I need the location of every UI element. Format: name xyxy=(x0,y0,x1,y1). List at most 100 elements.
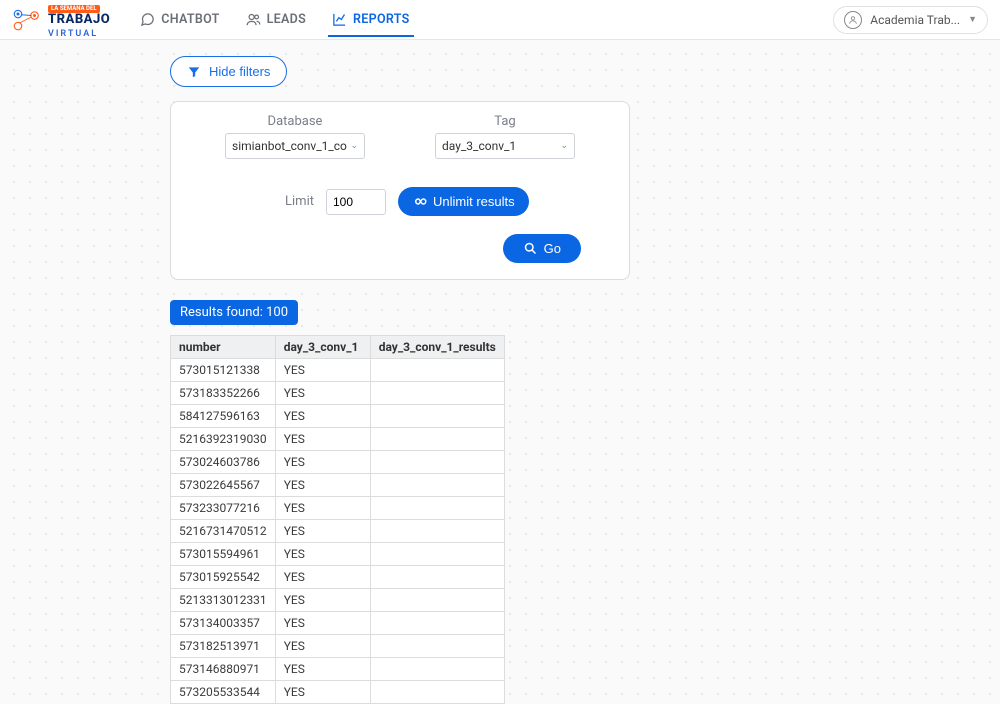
cell-c1: YES xyxy=(275,520,370,543)
table-row[interactable]: 573205533544YES xyxy=(171,681,505,704)
database-value: simianbot_conv_1_co xyxy=(232,139,347,153)
chevron-down-icon: ⌄ xyxy=(560,141,568,151)
go-button[interactable]: Go xyxy=(503,234,581,263)
main-area: Hide filters Database simianbot_conv_1_c… xyxy=(0,40,1000,704)
user-name: Academia Trab... xyxy=(870,13,960,27)
cell-c2 xyxy=(370,359,504,382)
cell-c1: YES xyxy=(275,681,370,704)
table-row[interactable]: 573015121338YES xyxy=(171,359,505,382)
users-icon xyxy=(246,12,261,27)
cell-c2 xyxy=(370,612,504,635)
nav: CHATBOT LEADS REPORTS xyxy=(136,2,413,37)
table-row[interactable]: 5216392319030YES xyxy=(171,428,505,451)
tab-chatbot[interactable]: CHATBOT xyxy=(136,2,223,37)
table-row[interactable]: 573233077216YES xyxy=(171,497,505,520)
results-found-badge: Results found: 100 xyxy=(170,300,298,325)
cell-number: 573233077216 xyxy=(171,497,276,520)
tab-reports-label: REPORTS xyxy=(353,12,410,27)
cell-number: 573022645567 xyxy=(171,474,276,497)
table-row[interactable]: 573022645567YES xyxy=(171,474,505,497)
cell-number: 573024603786 xyxy=(171,451,276,474)
unlimit-label: Unlimit results xyxy=(433,194,515,209)
limit-label: Limit xyxy=(285,194,314,209)
unlimit-button[interactable]: Unlimit results xyxy=(398,187,529,216)
cell-c2 xyxy=(370,589,504,612)
cell-c2 xyxy=(370,428,504,451)
logo-sub: VIRTUAL xyxy=(48,29,98,39)
tab-reports[interactable]: REPORTS xyxy=(328,2,414,37)
filter-card: Database simianbot_conv_1_co ⌄ Tag day_3… xyxy=(170,101,630,280)
tag-label: Tag xyxy=(494,114,515,129)
cell-c1: YES xyxy=(275,497,370,520)
table-row[interactable]: 573134003357YES xyxy=(171,612,505,635)
tab-chatbot-label: CHATBOT xyxy=(161,12,219,27)
cell-c1: YES xyxy=(275,589,370,612)
col-day3conv1results[interactable]: day_3_conv_1_results xyxy=(370,336,504,359)
table-row[interactable]: 573024603786YES xyxy=(171,451,505,474)
cell-c2 xyxy=(370,497,504,520)
table-row[interactable]: 573015925542YES xyxy=(171,566,505,589)
table-row[interactable]: 573146880971YES xyxy=(171,658,505,681)
cell-c1: YES xyxy=(275,428,370,451)
cell-c1: YES xyxy=(275,474,370,497)
col-day3conv1[interactable]: day_3_conv_1 xyxy=(275,336,370,359)
cell-c1: YES xyxy=(275,382,370,405)
go-label: Go xyxy=(544,241,561,256)
tag-select[interactable]: day_3_conv_1 ⌄ xyxy=(435,133,575,159)
col-number[interactable]: number xyxy=(171,336,276,359)
cell-number: 573015594961 xyxy=(171,543,276,566)
cell-number: 584127596163 xyxy=(171,405,276,428)
cell-c2 xyxy=(370,382,504,405)
user-menu[interactable]: Academia Trab... ▼ xyxy=(833,6,988,34)
cell-c1: YES xyxy=(275,635,370,658)
cell-c2 xyxy=(370,520,504,543)
cell-c2 xyxy=(370,566,504,589)
cell-c2 xyxy=(370,681,504,704)
cell-number: 573183352266 xyxy=(171,382,276,405)
table-header-row: number day_3_conv_1 day_3_conv_1_results xyxy=(171,336,505,359)
tab-leads-label: LEADS xyxy=(267,12,306,27)
cell-number: 573182513971 xyxy=(171,635,276,658)
cell-number: 573015925542 xyxy=(171,566,276,589)
logo-text: LA SEMANA DEL TRABAJO VIRTUAL xyxy=(48,0,110,39)
cell-c1: YES xyxy=(275,405,370,428)
cell-c2 xyxy=(370,405,504,428)
logo-main: TRABAJO xyxy=(48,12,110,27)
table-row[interactable]: 5216731470512YES xyxy=(171,520,505,543)
cell-c2 xyxy=(370,658,504,681)
table-row[interactable]: 573183352266YES xyxy=(171,382,505,405)
infinity-icon xyxy=(412,194,427,209)
cell-number: 573134003357 xyxy=(171,612,276,635)
tag-filter: Tag day_3_conv_1 ⌄ xyxy=(420,114,590,159)
results-table: number day_3_conv_1 day_3_conv_1_results… xyxy=(170,335,505,704)
cell-number: 573205533544 xyxy=(171,681,276,704)
hide-filters-button[interactable]: Hide filters xyxy=(170,56,287,87)
topbar: LA SEMANA DEL TRABAJO VIRTUAL CHATBOT LE… xyxy=(0,0,1000,40)
table-row[interactable]: 573182513971YES xyxy=(171,635,505,658)
cell-number: 5216392319030 xyxy=(171,428,276,451)
limit-input[interactable] xyxy=(326,189,386,215)
database-select[interactable]: simianbot_conv_1_co ⌄ xyxy=(225,133,365,159)
table-row[interactable]: 584127596163YES xyxy=(171,405,505,428)
chevron-down-icon: ⌄ xyxy=(350,141,358,151)
cell-number: 573015121338 xyxy=(171,359,276,382)
chevron-down-icon: ▼ xyxy=(968,14,977,25)
logo[interactable]: LA SEMANA DEL TRABAJO VIRTUAL xyxy=(12,0,110,39)
limit-row: Limit Unlimit results xyxy=(195,187,605,216)
cell-c2 xyxy=(370,451,504,474)
tab-leads[interactable]: LEADS xyxy=(242,2,310,37)
logo-graphic-icon xyxy=(12,8,42,32)
chart-icon xyxy=(332,12,347,27)
table-row[interactable]: 5213313012331YES xyxy=(171,589,505,612)
cell-c2 xyxy=(370,543,504,566)
avatar-icon xyxy=(844,11,862,29)
tag-value: day_3_conv_1 xyxy=(442,139,516,153)
cell-c1: YES xyxy=(275,451,370,474)
table-row[interactable]: 573015594961YES xyxy=(171,543,505,566)
cell-number: 5213313012331 xyxy=(171,589,276,612)
filter-icon xyxy=(187,65,201,79)
cell-c1: YES xyxy=(275,658,370,681)
hide-filters-label: Hide filters xyxy=(209,64,270,79)
search-icon xyxy=(523,241,538,256)
cell-c2 xyxy=(370,635,504,658)
